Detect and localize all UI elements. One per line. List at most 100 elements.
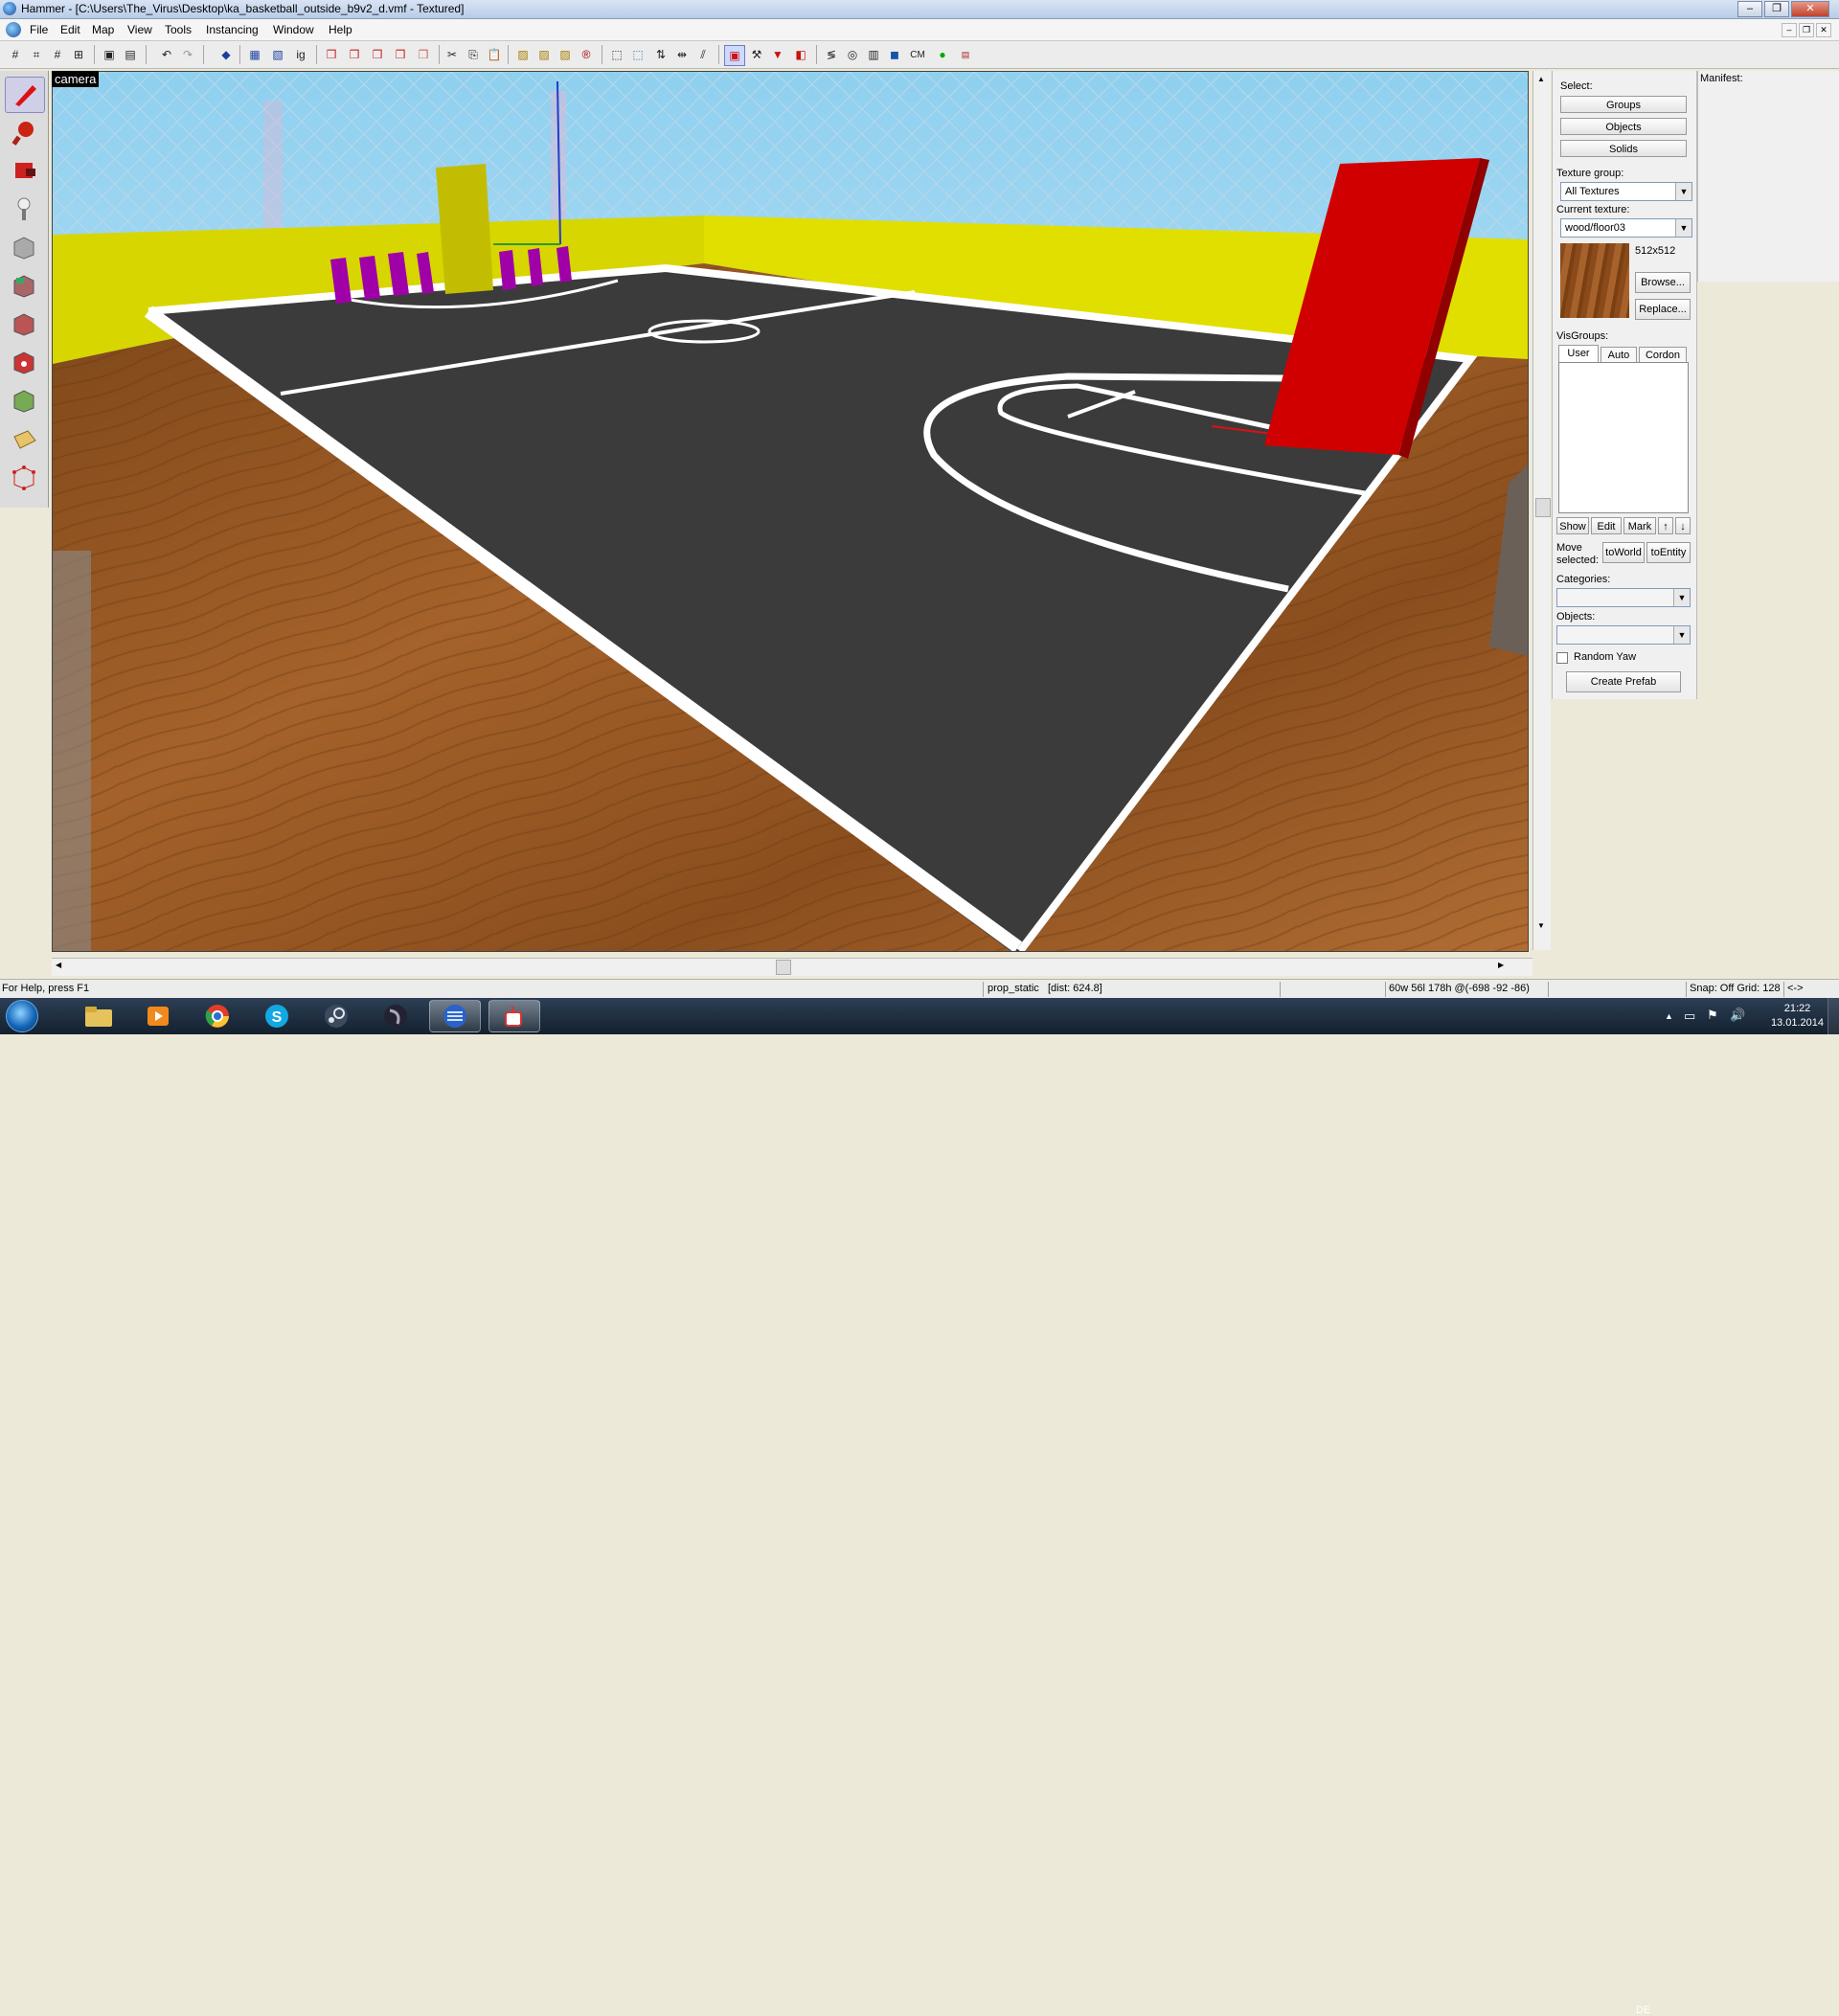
show-desktop-button[interactable] [1828, 998, 1839, 1034]
start-orb-icon[interactable] [6, 1000, 38, 1032]
objects-select[interactable]: ▼ [1556, 625, 1691, 645]
viewport-label[interactable]: camera [52, 71, 100, 87]
visgroup-edit-button[interactable]: Edit [1591, 517, 1622, 534]
move-up-icon[interactable]: ↑ [1658, 517, 1673, 534]
selection-tool-icon[interactable] [5, 77, 45, 113]
toggle-models-icon[interactable]: ▨ [556, 45, 575, 64]
tray-expand-icon[interactable]: ▲ [1665, 1011, 1673, 1021]
skype-icon[interactable]: S [251, 1000, 303, 1032]
save-window-state-icon[interactable]: ▤ [121, 45, 140, 64]
categories-select[interactable]: ▼ [1556, 588, 1691, 607]
quick-hide-unselected-icon[interactable]: ❒ [414, 45, 433, 64]
select-objects-button[interactable]: Objects [1560, 118, 1687, 135]
group-icon[interactable]: ▦ [245, 45, 264, 64]
menu-file[interactable]: File [30, 23, 48, 36]
draw-icon[interactable]: ▤ [956, 45, 975, 64]
paste-icon[interactable]: 📋 [485, 45, 504, 64]
grid-3d-icon[interactable]: ⌗ [27, 45, 46, 64]
ignore-groups-icon[interactable]: ig [291, 45, 310, 64]
to-entity-button[interactable]: toEntity [1646, 542, 1691, 563]
menu-help[interactable]: Help [329, 23, 352, 36]
network-icon[interactable]: ▭ [1684, 1008, 1695, 1024]
game-icon[interactable]: ◼ [885, 45, 904, 64]
system-clock[interactable]: 21:22 13.01.2014 [1771, 1002, 1824, 1031]
check-problems-icon[interactable]: ≶ [822, 45, 841, 64]
random-yaw-checkbox[interactable] [1556, 652, 1568, 664]
texture-scaling-lock-icon[interactable]: ▨ [534, 45, 554, 64]
mdi-restore-button[interactable]: ❐ [1799, 23, 1814, 37]
scroll-down-arrow[interactable]: ▼ [1537, 921, 1545, 930]
flip-vertical-icon[interactable]: ⇹ [672, 45, 692, 64]
align-icon[interactable]: ⫽ [693, 45, 713, 64]
to-world-button[interactable]: toWorld [1602, 542, 1645, 563]
compile-icon[interactable]: ⚒ [747, 45, 766, 64]
scroll-thumb[interactable] [1535, 498, 1551, 517]
undo-icon[interactable]: ↶ [157, 45, 176, 64]
block-tool-icon[interactable] [5, 230, 43, 264]
toggle-texture-lock-icon[interactable]: ▨ [513, 45, 533, 64]
select-draw-icon[interactable]: ⬚ [628, 45, 647, 64]
input-language[interactable]: DE [1636, 2005, 1650, 2016]
cut-icon[interactable]: ✂ [443, 45, 462, 64]
copy-icon[interactable]: ⎘ [464, 45, 483, 64]
scroll-up-arrow[interactable]: ▲ [1537, 75, 1545, 83]
menu-edit[interactable]: Edit [60, 23, 80, 36]
cm-icon[interactable]: CM [908, 45, 927, 64]
restore-button[interactable]: ❐ [1764, 1, 1789, 17]
tab-user[interactable]: User [1558, 345, 1599, 362]
replace-button[interactable]: Replace... [1635, 299, 1691, 320]
decal-tool-icon[interactable] [5, 345, 43, 379]
minimize-button[interactable]: – [1737, 1, 1762, 17]
map-properties-icon[interactable]: ◎ [843, 45, 862, 64]
hammer-icon[interactable] [429, 1000, 481, 1032]
redo-icon[interactable]: ↷ [178, 45, 197, 64]
create-prefab-button[interactable]: Create Prefab [1566, 671, 1681, 692]
media-player-icon[interactable] [132, 1000, 184, 1032]
visgroup-mark-button[interactable]: Mark [1623, 517, 1656, 534]
select-groups-button[interactable]: Groups [1560, 96, 1687, 113]
grid-larger-icon[interactable]: ⊞ [69, 45, 88, 64]
toggle-helpers-icon[interactable]: ® [577, 45, 596, 64]
show-all-icon[interactable]: ❒ [368, 45, 387, 64]
menu-view[interactable]: View [127, 23, 152, 36]
ungroup-icon[interactable]: ▧ [268, 45, 287, 64]
vertex-tool-icon[interactable] [5, 460, 43, 494]
menu-window[interactable]: Window [273, 23, 314, 36]
chrome-icon[interactable] [192, 1000, 243, 1032]
java-icon[interactable] [488, 1000, 540, 1032]
mdi-close-button[interactable]: ✕ [1816, 23, 1831, 37]
document-icon[interactable] [6, 22, 21, 37]
scroll-left-arrow[interactable]: ◀ [56, 961, 61, 969]
visgroups-list[interactable] [1558, 362, 1689, 513]
selection-box-icon[interactable]: ⬚ [607, 45, 626, 64]
scroll-right-arrow[interactable]: ▶ [1498, 961, 1504, 969]
cordon-icon[interactable]: ▥ [864, 45, 883, 64]
flag-icon[interactable]: ⚑ [1707, 1008, 1718, 1023]
browse-button[interactable]: Browse... [1635, 272, 1691, 293]
entity-tool-icon[interactable] [5, 192, 43, 226]
hide-selected-icon[interactable]: ❒ [322, 45, 341, 64]
viewport-horizontal-scrollbar[interactable]: ◀ ▶ [52, 958, 1532, 976]
mdi-minimize-button[interactable]: – [1782, 23, 1797, 37]
volume-icon[interactable]: 🔊 [1730, 1008, 1745, 1023]
grid-smaller-icon[interactable]: # [48, 45, 67, 64]
valve-icon[interactable] [370, 1000, 421, 1032]
overlay-tool-icon[interactable] [5, 383, 43, 418]
move-down-icon[interactable]: ↓ [1675, 517, 1691, 534]
grid-toggle-icon[interactable]: # [6, 45, 25, 64]
visgroup-show-button[interactable]: Show [1556, 517, 1589, 534]
texture-group-select[interactable]: All Textures ▼ [1560, 182, 1692, 201]
flip-horizontal-icon[interactable]: ⇅ [651, 45, 670, 64]
entity-report-icon[interactable]: ◧ [791, 45, 810, 64]
steam-icon[interactable] [310, 1000, 362, 1032]
draw-icon[interactable]: ● [933, 45, 952, 64]
viewport-vertical-scrollbar[interactable]: ▲ ▼ [1532, 71, 1551, 950]
menu-map[interactable]: Map [92, 23, 114, 36]
texture-application-icon[interactable] [5, 268, 43, 303]
camera-tool-icon[interactable] [5, 153, 43, 188]
menu-instancing[interactable]: Instancing [206, 23, 259, 36]
run-map-icon[interactable]: ▼ [768, 45, 787, 64]
carve-icon[interactable]: ◆ [216, 45, 236, 64]
explorer-icon[interactable] [73, 1000, 125, 1032]
load-window-state-icon[interactable]: ▣ [100, 45, 119, 64]
